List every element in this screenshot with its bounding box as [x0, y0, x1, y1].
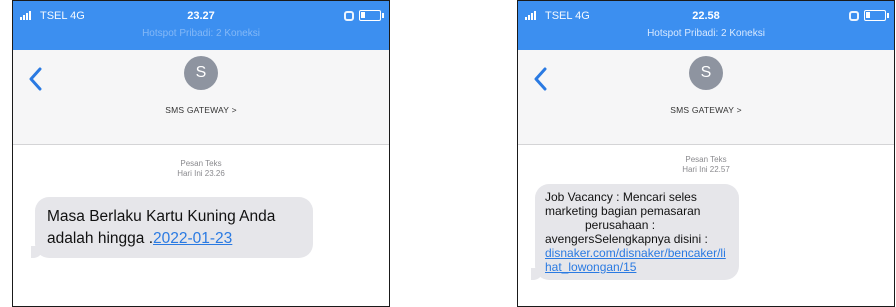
- message-bubble[interactable]: Job Vacancy : Mencari seles marketing ba…: [531, 184, 739, 280]
- phone-screen-1: TSEL 4G 23.27 Hotspot Pribadi: 2 Koneksi…: [12, 0, 390, 307]
- status-time: 22.58: [692, 10, 720, 22]
- link-icon: [849, 10, 859, 21]
- message-line: avengersSelengkapnya disini :: [545, 232, 708, 246]
- hotspot-banner[interactable]: Hotspot Pribadi: 2 Koneksi: [13, 27, 389, 41]
- vacancy-link[interactable]: disnaker.com/disnaker/bencaker/lihat_low…: [545, 246, 726, 274]
- message-timestamp: Hari Ini 22.57: [682, 165, 730, 174]
- phone-screen-2: TSEL 4G 22.58 Hotspot Pribadi: 2 Koneksi…: [517, 0, 895, 307]
- message-meta: Pesan Teks Hari Ini 23.26: [13, 159, 389, 179]
- link-icon: [344, 10, 354, 21]
- status-bar: TSEL 4G 23.27 Hotspot Pribadi: 2 Koneksi: [13, 1, 389, 50]
- avatar[interactable]: S: [689, 56, 723, 90]
- status-bar: TSEL 4G 22.58 Hotspot Pribadi: 2 Koneksi: [518, 1, 894, 50]
- message-line: perusahaan :: [585, 218, 656, 232]
- avatar[interactable]: S: [184, 56, 218, 90]
- date-link[interactable]: 2022-01-23: [153, 230, 232, 247]
- hotspot-banner[interactable]: Hotspot Pribadi: 2 Koneksi: [518, 27, 894, 41]
- chevron-left-icon: [29, 67, 42, 91]
- back-button[interactable]: [528, 64, 552, 94]
- contact-name[interactable]: SMS GATEWAY >: [518, 105, 894, 115]
- status-time: 23.27: [187, 10, 215, 22]
- back-button[interactable]: [23, 64, 47, 94]
- message-timestamp: Hari Ini 23.26: [177, 169, 225, 178]
- message-bubble[interactable]: Masa Berlaku Kartu Kuning Anda adalah hi…: [31, 197, 313, 258]
- battery-icon: [359, 10, 384, 21]
- message-type: Pesan Teks: [685, 155, 727, 164]
- battery-icon: [864, 10, 889, 21]
- conversation-header: S SMS GATEWAY >: [518, 50, 894, 145]
- message-line: Job Vacancy : Mencari seles marketing ba…: [545, 190, 701, 218]
- message-meta: Pesan Teks Hari Ini 22.57: [518, 155, 894, 175]
- chevron-left-icon: [534, 67, 547, 91]
- conversation-header: S SMS GATEWAY >: [13, 50, 389, 145]
- contact-name[interactable]: SMS GATEWAY >: [13, 105, 389, 115]
- message-type: Pesan Teks: [180, 159, 222, 168]
